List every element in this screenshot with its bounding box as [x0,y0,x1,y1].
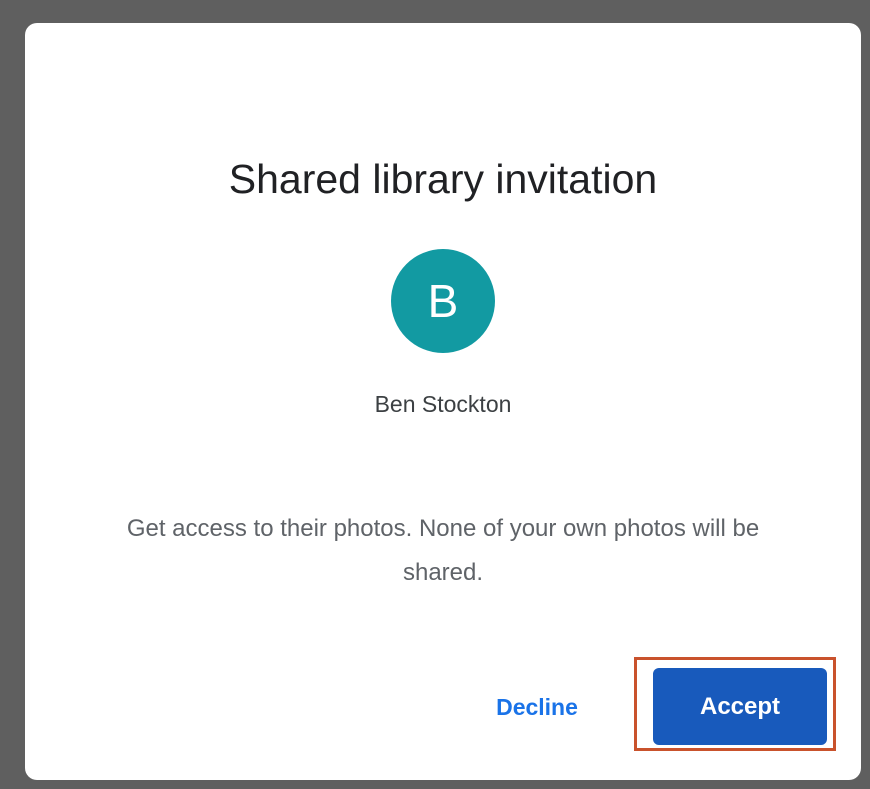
decline-button[interactable]: Decline [470,679,604,735]
sender-name: Ben Stockton [374,391,512,417]
invitation-message: Get access to their photos. None of your… [126,515,760,586]
avatar: B [391,249,495,353]
dialog-title: Shared library invitation [228,156,658,202]
accept-button[interactable]: Accept [653,668,827,745]
shared-library-invitation-dialog: Shared library invitation B Ben Stockton… [25,23,861,780]
